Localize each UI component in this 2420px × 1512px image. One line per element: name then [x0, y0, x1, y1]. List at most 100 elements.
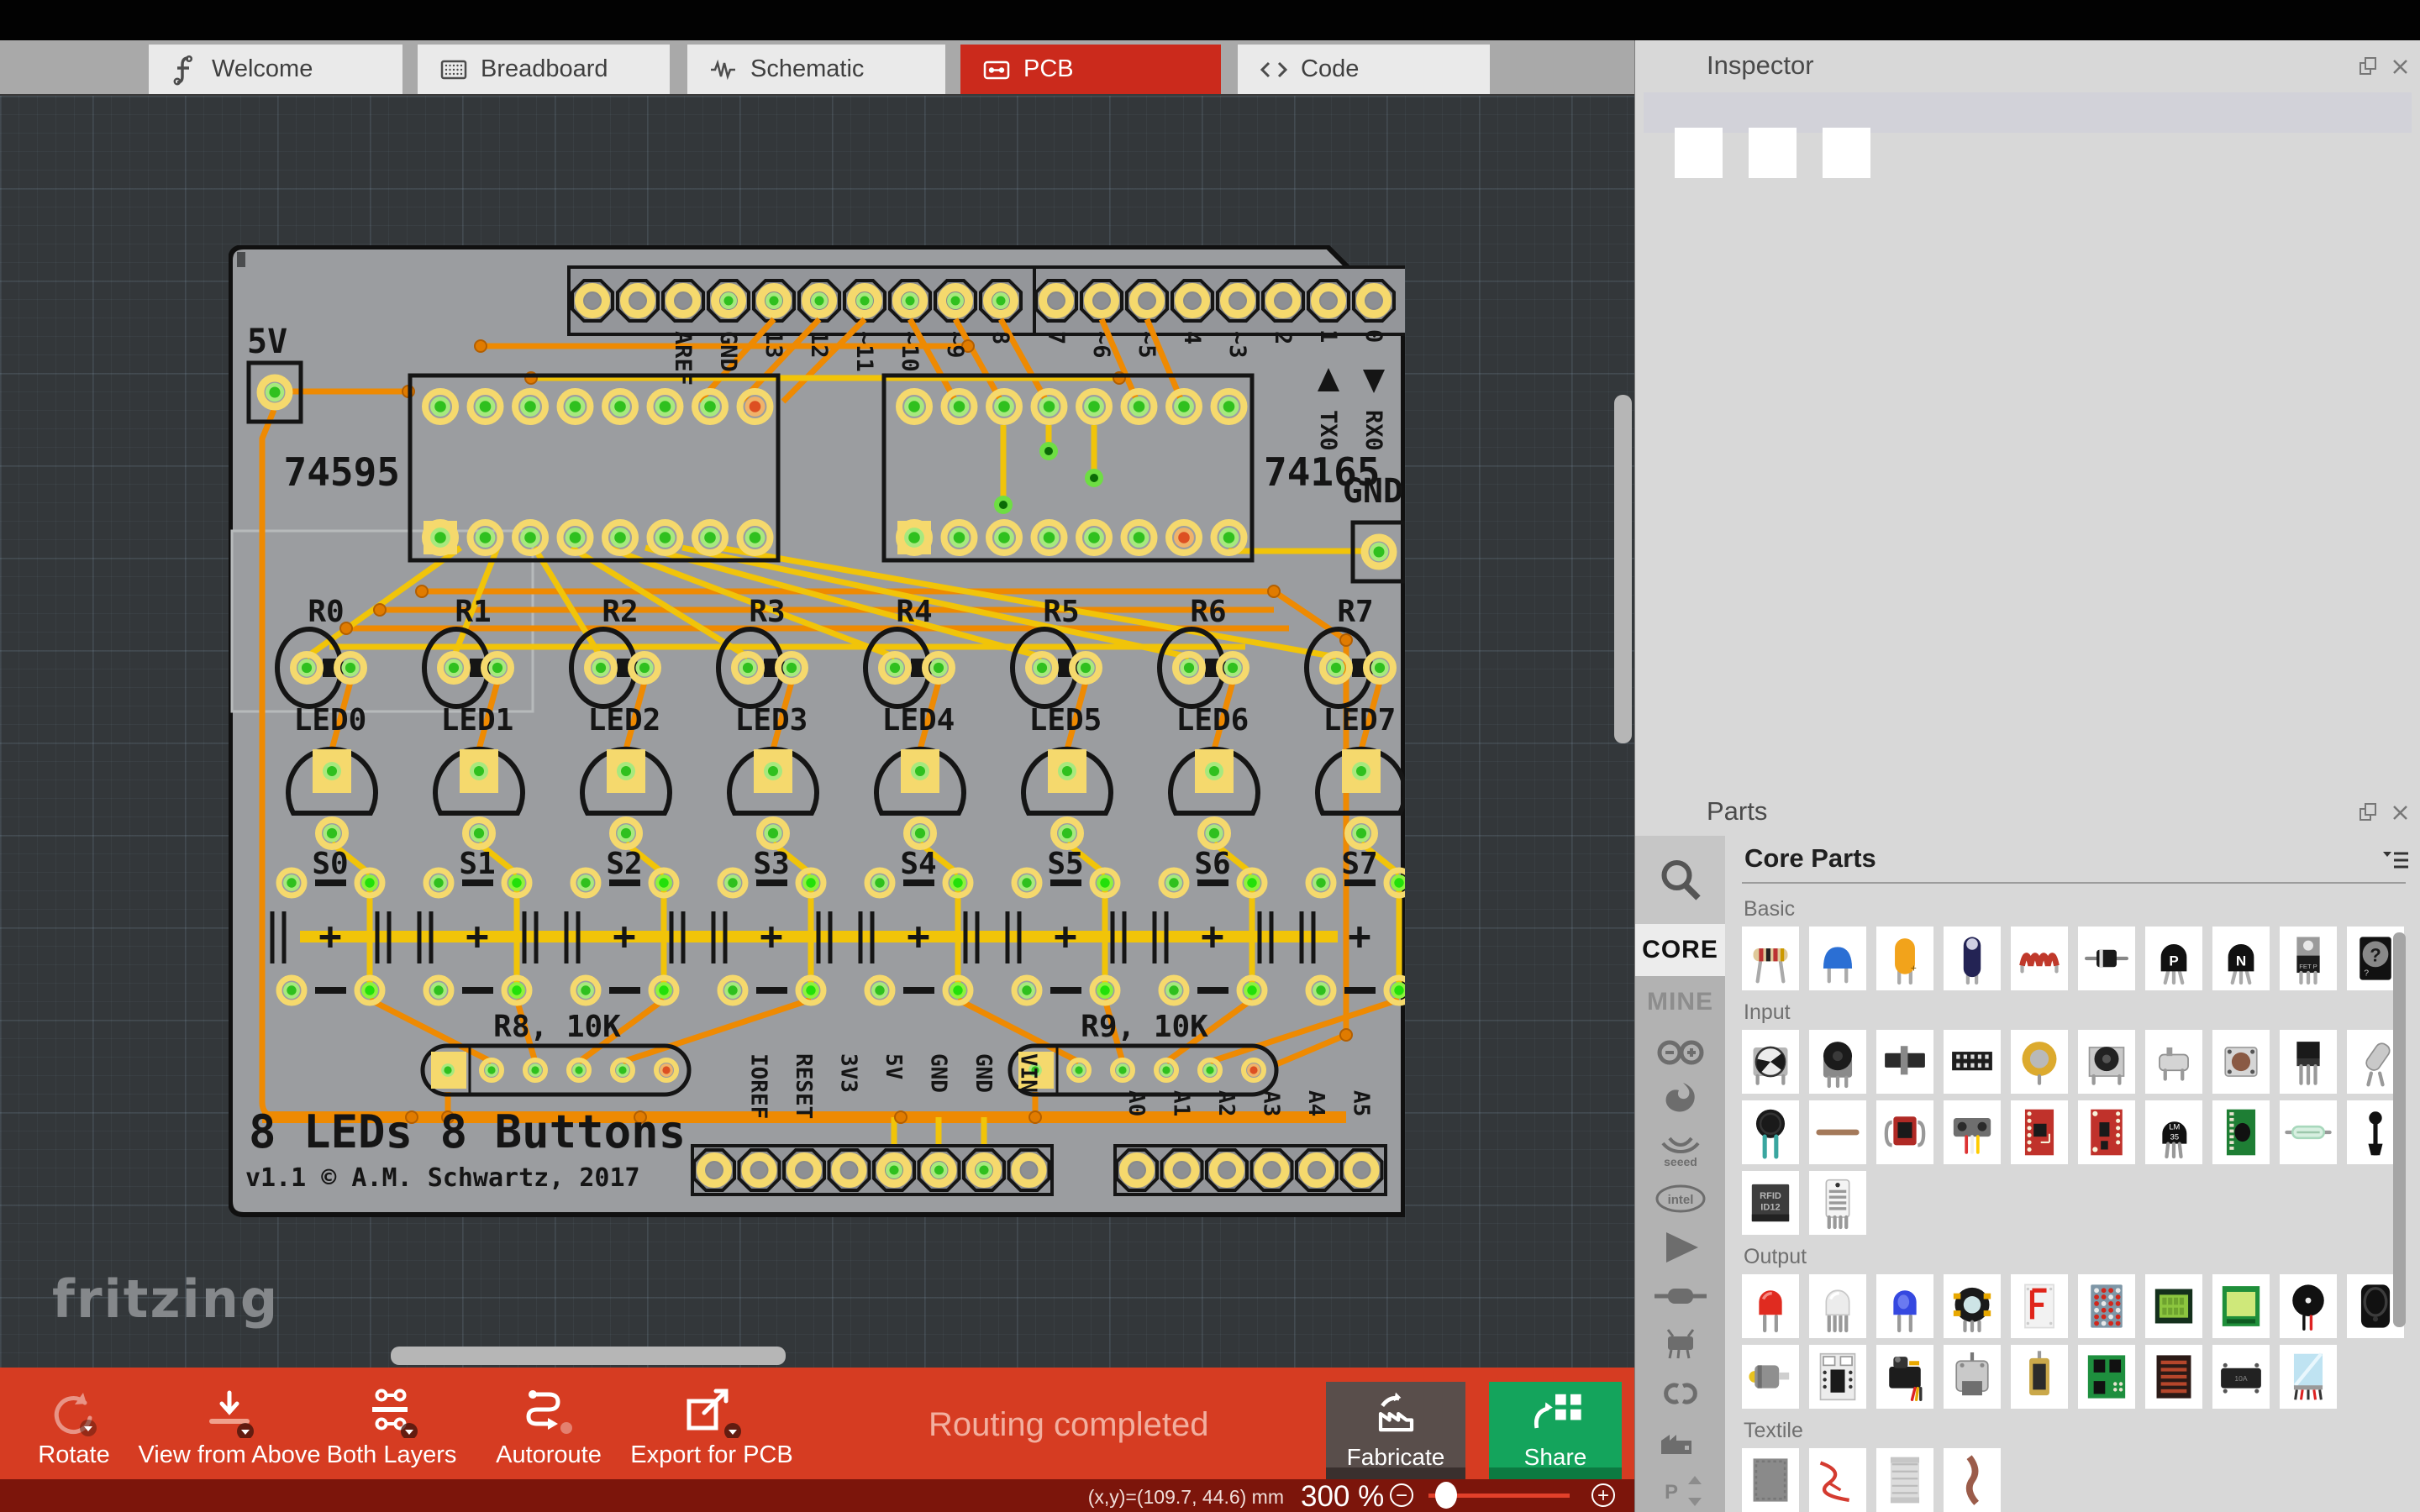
part-voltage-regulator[interactable] — [2280, 1030, 2337, 1094]
part-seven-segment-display[interactable] — [2011, 1274, 2068, 1338]
digital-header[interactable] — [567, 265, 1405, 336]
part-resistor[interactable] — [1742, 927, 1799, 990]
part-npn-transistor[interactable]: N — [2212, 927, 2270, 990]
parts-bin-mine[interactable]: MINE — [1635, 976, 1725, 1028]
part-character-lcd[interactable] — [2145, 1274, 2202, 1338]
tab-breadboard[interactable]: Breadboard — [418, 45, 670, 94]
part-solenoid[interactable] — [2011, 1345, 2068, 1409]
part-dip-switch[interactable] — [1944, 1030, 2001, 1094]
float-icon[interactable] — [2358, 801, 2380, 823]
part-diode[interactable] — [2078, 927, 2135, 990]
horizontal-scrollbar[interactable] — [391, 1347, 786, 1365]
parts-bin-sparkfun[interactable] — [1635, 1077, 1725, 1126]
parts-bin-propeller-arrows[interactable]: P — [1635, 1467, 1725, 1512]
svg-text:LED5: LED5 — [1029, 703, 1102, 738]
analog-header[interactable] — [1113, 1144, 1387, 1196]
parts-bin-ct[interactable] — [1635, 1369, 1725, 1418]
parts-bin-parallax[interactable] — [1635, 1223, 1725, 1272]
part-led-matrix[interactable] — [2078, 1274, 2135, 1338]
part-reed-switch[interactable] — [2280, 1100, 2337, 1164]
part-conductive-thread-spool[interactable] — [1944, 1448, 2001, 1512]
part-pnp-transistor[interactable]: P — [2145, 927, 2202, 990]
part-gas-sensor-board[interactable] — [2212, 1100, 2270, 1164]
inspector-swatch — [1823, 128, 1870, 178]
part-trimmer-potentiometer[interactable] — [1742, 1030, 1799, 1094]
parts-bin-component[interactable] — [1635, 1272, 1725, 1320]
part-temperature-sensor[interactable]: LM 35 — [2145, 1100, 2202, 1164]
parts-bin-core[interactable]: CORE — [1635, 924, 1725, 976]
part-slide-potentiometer[interactable] — [1876, 1030, 1933, 1094]
float-icon[interactable] — [2358, 55, 2380, 77]
tab-welcome[interactable]: Welcome — [149, 45, 402, 94]
vertical-scrollbar[interactable] — [1614, 395, 1632, 743]
part-ceramic-capacitor[interactable] — [1809, 927, 1866, 990]
schematic-icon — [711, 59, 735, 80]
part-rotary-potentiometer[interactable] — [1809, 1030, 1866, 1094]
diode-icon — [2084, 949, 2129, 968]
zoom-in-button[interactable]: + — [1591, 1483, 1615, 1507]
part-photo-interrupter[interactable] — [1876, 1100, 1933, 1164]
parts-search-button[interactable] — [1635, 836, 1725, 924]
part-distance-sensor[interactable] — [1944, 1100, 2001, 1164]
part-conductive-fabric[interactable] — [1742, 1448, 1799, 1512]
part-piezo-sensor[interactable] — [2011, 1030, 2068, 1094]
fabricate-button[interactable]: Fabricate — [1326, 1382, 1465, 1479]
zoom-out-button[interactable]: − — [1390, 1483, 1413, 1507]
inspector-swatch — [1675, 128, 1723, 178]
parts-bin-intel[interactable]: intel — [1635, 1174, 1725, 1223]
part-micro-switch[interactable] — [2145, 1030, 2202, 1094]
close-icon[interactable] — [2390, 55, 2412, 77]
part-led-holder[interactable] — [1944, 1274, 2001, 1338]
zoom-slider-knob[interactable] — [1435, 1482, 1457, 1509]
parts-bin-seeed[interactable]: seeed — [1635, 1126, 1725, 1174]
part-humidity-sensor[interactable] — [1809, 1171, 1866, 1235]
part-woven-conductive-fabric[interactable] — [1876, 1448, 1933, 1512]
tab-schematic[interactable]: Schematic — [687, 45, 945, 94]
part-lcd-panel[interactable] — [2280, 1345, 2337, 1409]
part-red-led[interactable] — [1742, 1274, 1799, 1338]
part-blue-led[interactable] — [1876, 1274, 1933, 1338]
part-servo-motor[interactable] — [1876, 1345, 1933, 1409]
part-piezo-buzzer[interactable] — [2280, 1274, 2337, 1338]
distance-sensor-icon — [1953, 1117, 1991, 1154]
share-button[interactable]: Share — [1489, 1382, 1622, 1479]
part-h-bridge-board[interactable] — [2078, 1345, 2135, 1409]
part-rfid-reader[interactable]: RFID ID12 — [1742, 1171, 1799, 1235]
part-relay-module[interactable]: 10A — [2212, 1345, 2270, 1409]
svg-text:7: 7 — [1043, 331, 1069, 344]
humidity-sensor-icon — [1825, 1179, 1850, 1230]
part-motor-driver-board[interactable] — [1809, 1345, 1866, 1409]
tab-code[interactable]: Code — [1238, 45, 1490, 94]
bin-menu-icon[interactable] — [2381, 848, 2410, 878]
part-compass-breakout[interactable] — [2078, 1100, 2135, 1164]
part-accelerometer-breakout[interactable] — [2011, 1100, 2068, 1164]
part-stepper-motor[interactable] — [1944, 1345, 2001, 1409]
parts-scrollbar[interactable] — [2393, 932, 2406, 1327]
svg-text:P: P — [1664, 1481, 1677, 1504]
part-electrolytic-capacitor[interactable]: + — [1876, 927, 1933, 990]
part-force-sensor[interactable] — [1742, 1100, 1799, 1164]
part-conductive-thread-red[interactable] — [1809, 1448, 1866, 1512]
pcb-board[interactable]: AREF GND 13 12 ~11 ~10 ~9 8 7 ~6 ~5 4 ~3 2 1 0TX0 RX05VG… — [229, 245, 1405, 1312]
part-tantalum-capacitor[interactable] — [1944, 927, 2001, 990]
part-heating-pad[interactable] — [2145, 1345, 2202, 1409]
parts-bin-snootlab[interactable] — [1635, 1418, 1725, 1467]
part-mosfet[interactable]: FET P — [2280, 927, 2337, 990]
part-rotary-encoder[interactable] — [2078, 1030, 2135, 1094]
part-dc-motor[interactable] — [1742, 1345, 1799, 1409]
part-flex-sensor[interactable] — [1809, 1100, 1866, 1164]
part-graphic-lcd[interactable] — [2212, 1274, 2270, 1338]
svg-text:LED0: LED0 — [294, 703, 367, 738]
tab-pcb[interactable]: PCB — [960, 45, 1221, 94]
parts-bin-arduino[interactable] — [1635, 1028, 1725, 1077]
svg-text:3V3: 3V3 — [836, 1053, 861, 1093]
part-rgb-led[interactable] — [1809, 1274, 1866, 1338]
parts-bin-picaxe[interactable] — [1635, 1320, 1725, 1369]
export-for-pcb-button[interactable]: Export for PCB — [615, 1384, 808, 1469]
power-header[interactable] — [691, 1144, 1054, 1196]
part-pushbutton[interactable] — [2212, 1030, 2270, 1094]
pcb-canvas[interactable]: AREF GND 13 12 ~11 ~10 ~9 8 7 ~6 ~5 4 ~3 2 1 0 TX0 RX0 5V G… — [0, 96, 1634, 1368]
close-icon[interactable] — [2390, 801, 2412, 823]
part-inductor[interactable] — [2011, 927, 2068, 990]
red-led-icon — [1759, 1290, 1782, 1333]
